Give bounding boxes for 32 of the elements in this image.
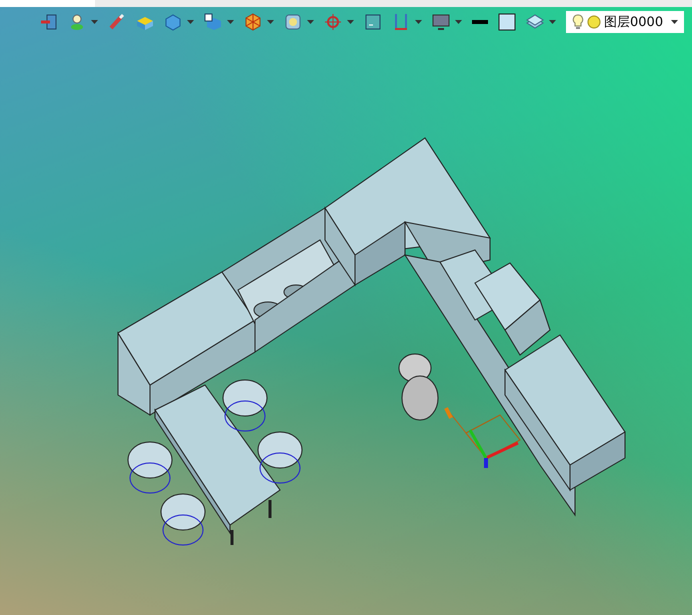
caret-icon [307, 20, 314, 24]
frame-icon [364, 13, 382, 31]
polygon-ball-icon [244, 13, 262, 31]
zoom-icon [284, 13, 302, 31]
fill-color-icon [498, 13, 516, 31]
section-icon [392, 13, 410, 31]
view-cube-icon [204, 13, 222, 31]
caret-icon [415, 20, 422, 24]
caret-icon [227, 20, 234, 24]
layer-name: 图层0000 [604, 14, 664, 31]
caret-icon [91, 20, 98, 24]
layer-dropdown[interactable]: 图层0000 [566, 11, 684, 33]
exit-icon [40, 13, 58, 31]
caret-icon [267, 20, 274, 24]
caret-icon [455, 20, 462, 24]
brush-icon [108, 13, 126, 31]
toolbar-button[interactable] [202, 11, 236, 33]
caret-icon [347, 20, 354, 24]
caret-icon [549, 20, 556, 24]
monitor-icon [432, 13, 450, 31]
toolbar-button[interactable] [496, 11, 518, 33]
sun-icon [587, 15, 601, 29]
caret-icon [671, 20, 678, 24]
cube-icon [164, 13, 182, 31]
light-icon [68, 13, 86, 31]
person-figure-drawing [398, 354, 438, 420]
axis-triad-icon [444, 407, 521, 468]
light-bulb-icon [572, 14, 584, 30]
layers-icon [526, 13, 544, 31]
caret-icon [187, 20, 194, 24]
line-color-icon [472, 20, 488, 24]
crosshair-icon [324, 13, 342, 31]
